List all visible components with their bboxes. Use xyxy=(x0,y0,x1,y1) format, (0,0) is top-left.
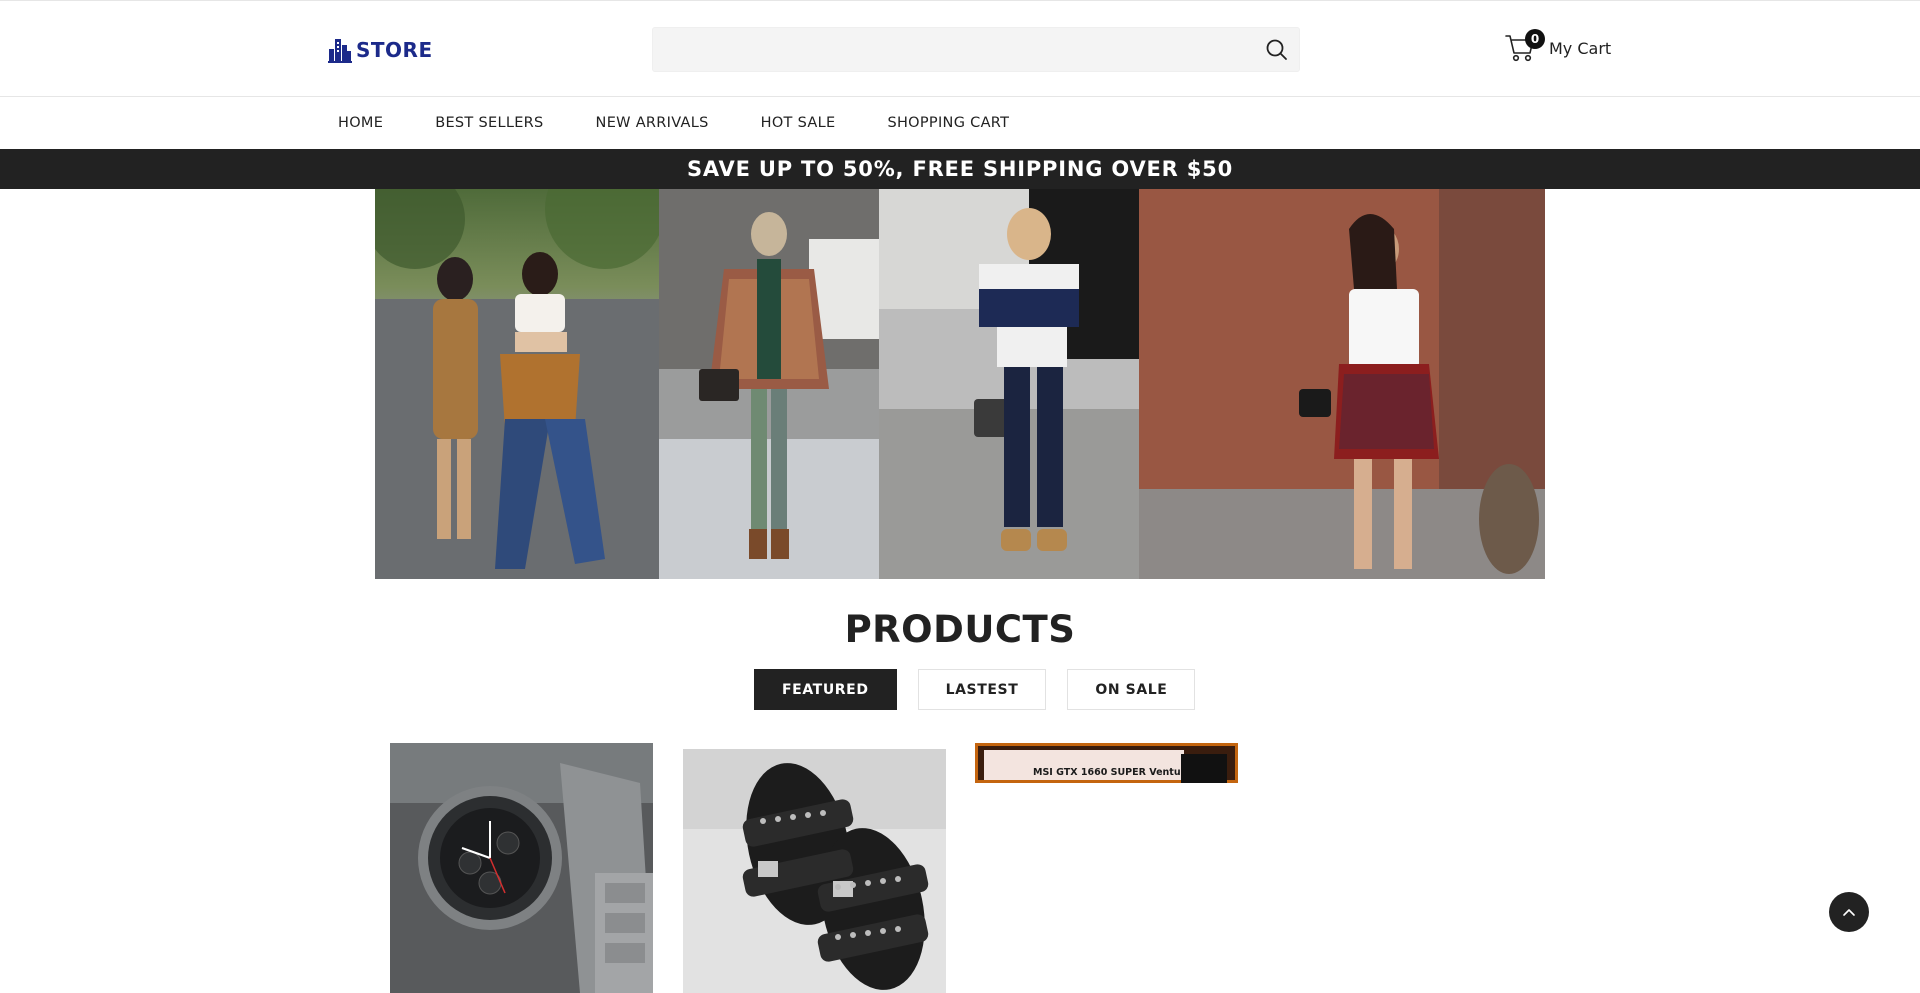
products-heading: PRODUCTS xyxy=(844,608,1076,651)
nav-item-shopping-cart[interactable]: SHOPPING CART xyxy=(887,97,1009,149)
nav-item-home[interactable]: HOME xyxy=(338,97,383,149)
cart-icon-wrapper: 0 xyxy=(1505,29,1545,63)
hero-banner[interactable] xyxy=(375,189,1545,579)
store-logo[interactable]: STORE xyxy=(328,37,433,63)
nav-item-hot-sale[interactable]: HOT SALE xyxy=(761,97,836,149)
nav-item-best-sellers[interactable]: BEST SELLERS xyxy=(435,97,543,149)
product-card[interactable]: MSI GTX 1660 SUPER Ventus xyxy=(975,743,1238,783)
product-card[interactable] xyxy=(683,749,946,993)
product-card[interactable] xyxy=(390,743,653,993)
cart-count-badge: 0 xyxy=(1525,29,1545,49)
street-style-photo-2 xyxy=(659,189,879,579)
my-cart-button[interactable]: 0 My Cart xyxy=(1505,29,1611,63)
nav-list: HOME BEST SELLERS NEW ARRIVALS HOT SALE … xyxy=(338,97,1061,149)
street-style-photo-3 xyxy=(879,189,1139,579)
cart-label: My Cart xyxy=(1549,38,1612,58)
photo-illustration-2 xyxy=(659,189,879,579)
search-icon xyxy=(1266,39,1287,60)
promo-banner: SAVE UP TO 50%, FREE SHIPPING OVER $50 xyxy=(0,149,1920,189)
product-grid: MSI GTX 1660 SUPER Ventus xyxy=(390,743,1540,993)
search-bar xyxy=(652,27,1300,72)
gpu-caption: MSI GTX 1660 SUPER Ventus xyxy=(1033,767,1187,778)
tab-on-sale[interactable]: ON SALE xyxy=(1067,669,1196,710)
search-button[interactable] xyxy=(1265,38,1289,62)
back-to-top-button[interactable] xyxy=(1829,892,1869,932)
street-style-photo-4 xyxy=(1139,189,1545,579)
logo-text: STORE xyxy=(356,38,433,62)
photo-illustration-4 xyxy=(1139,189,1545,579)
photo-illustration-1 xyxy=(375,189,659,579)
photo-illustration-3 xyxy=(879,189,1139,579)
gpu-product-image: MSI GTX 1660 SUPER Ventus xyxy=(975,743,1238,783)
gpu-logo-block xyxy=(1181,754,1227,783)
sandals-product-image xyxy=(683,749,946,993)
search-input[interactable] xyxy=(653,28,1243,71)
chevron-up-icon xyxy=(1843,909,1855,916)
main-navigation: HOME BEST SELLERS NEW ARRIVALS HOT SALE … xyxy=(0,97,1920,149)
top-header: STORE 0 My Cart xyxy=(0,0,1920,97)
street-style-photo-1 xyxy=(375,189,659,579)
store-building-icon xyxy=(328,39,352,63)
tab-lastest[interactable]: LASTEST xyxy=(917,669,1047,710)
product-tabs: FEATURED LASTEST ON SALE xyxy=(754,669,1196,710)
tab-featured[interactable]: FEATURED xyxy=(754,669,897,710)
smartwatch-product-image xyxy=(390,743,653,993)
nav-item-new-arrivals[interactable]: NEW ARRIVALS xyxy=(596,97,709,149)
